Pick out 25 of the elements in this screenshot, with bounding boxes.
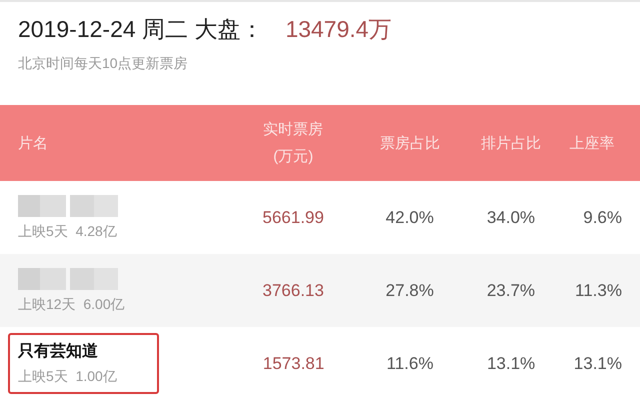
date-label: 2019-12-24 周二 大盘： xyxy=(18,15,264,44)
column-heading: 实时票房 xyxy=(263,120,324,139)
table-cell-text: 1573.81 xyxy=(262,354,326,374)
table-cell-text: 13.1% xyxy=(486,354,536,374)
table-cell-text: 5661.99 xyxy=(262,208,325,228)
column-heading: 片名 xyxy=(18,134,48,152)
release-info: 上映5天 4.28亿 xyxy=(18,222,117,240)
column-unit: (万元) xyxy=(273,147,314,166)
table-cell-text: 34.0% xyxy=(486,208,536,228)
table-cell-text: 3766.13 xyxy=(262,280,325,300)
movie-title: 只有芸知道 xyxy=(18,342,98,362)
table-cell-text: 23.7% xyxy=(486,280,536,300)
update-note: 北京时间每天10点更新票房 xyxy=(18,55,189,73)
column-heading: 上座率 xyxy=(570,134,615,152)
table-cell-text: 42.0% xyxy=(384,208,435,228)
table-cell-text: 9.6% xyxy=(582,208,622,228)
release-info: 上映5天 1.00亿 xyxy=(18,368,117,386)
total-box-office: 13479.4万 xyxy=(285,15,392,44)
column-heading: 排片占比 xyxy=(480,134,541,152)
table-cell-text: 27.8% xyxy=(384,280,435,300)
release-info: 上映12天 6.00亿 xyxy=(18,296,125,314)
column-heading: 票房占比 xyxy=(380,134,440,152)
table-cell-text: 11.3% xyxy=(574,280,622,300)
table-cell-text: 13.1% xyxy=(572,354,622,374)
table-cell-text: 11.6% xyxy=(386,354,434,374)
